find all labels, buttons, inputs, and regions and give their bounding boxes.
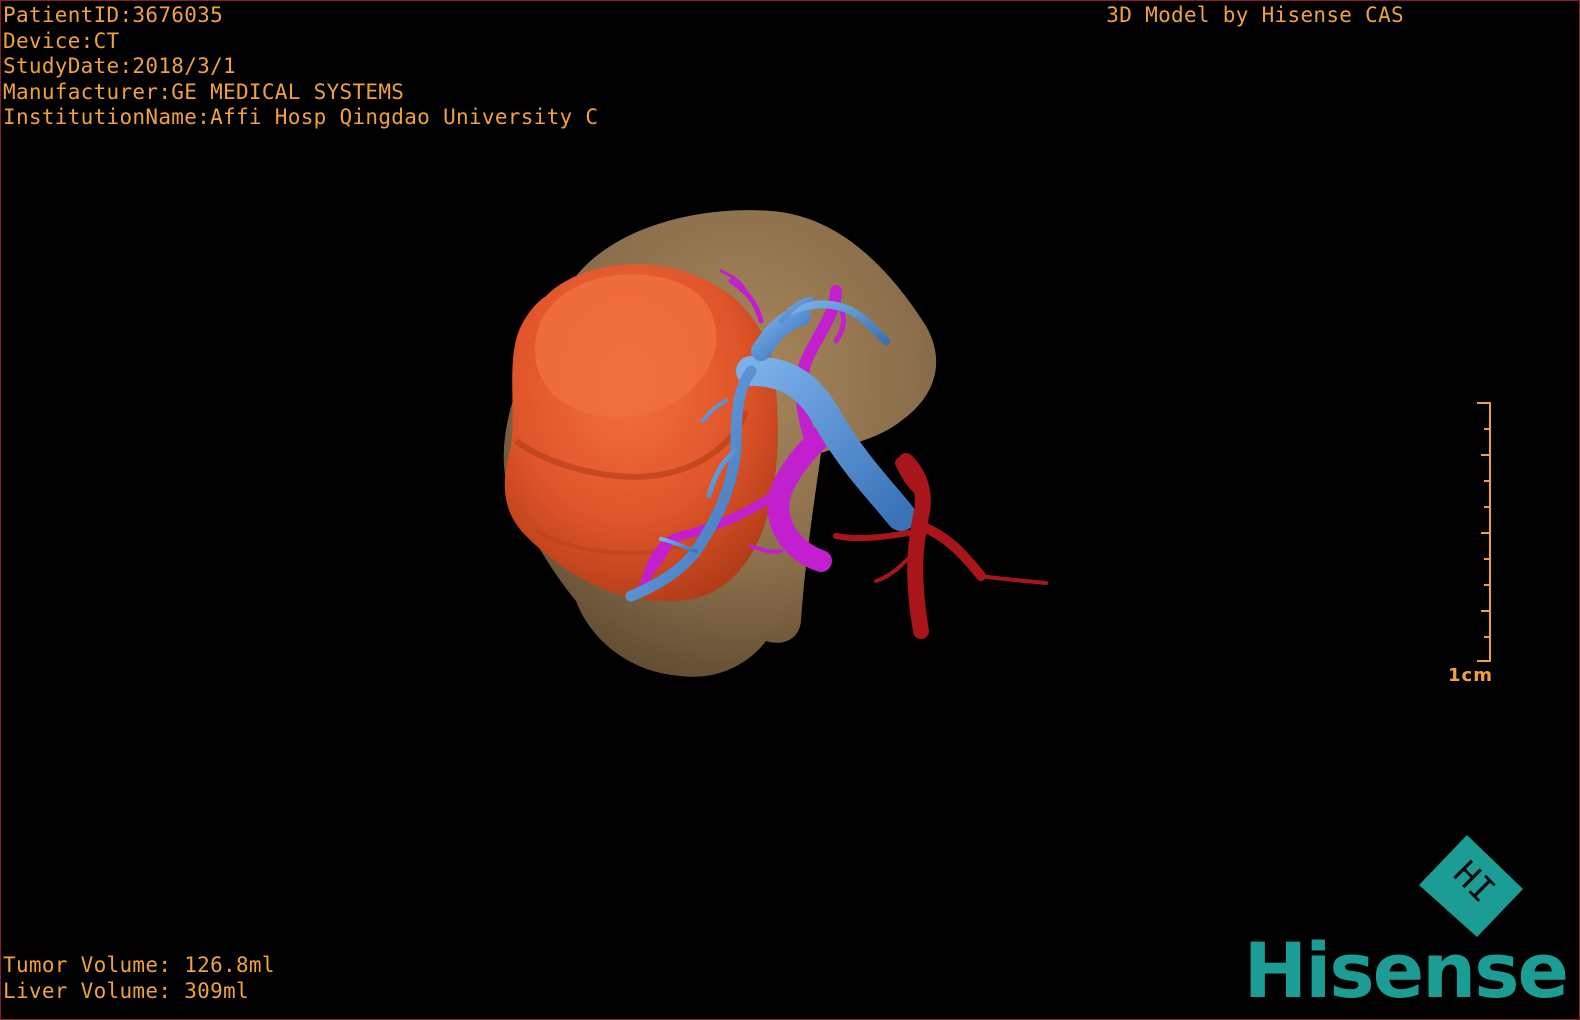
model-credit: 3D Model by Hisense CAS bbox=[1106, 3, 1404, 27]
patient-id: PatientID:3676035 bbox=[3, 3, 224, 27]
hisense-wordmark: Hisense bbox=[1243, 926, 1569, 1015]
study-date: StudyDate:2018/3/1 bbox=[3, 54, 236, 78]
3d-viewport[interactable]: PatientID:3676035 Device:CT StudyDate:2018… bbox=[0, 0, 1580, 1020]
device: Device:CT bbox=[3, 28, 120, 53]
volume-readout: Tumor Volume: 126.8ml Liver Volume: 309ml bbox=[3, 953, 275, 1004]
manufacturer: Manufacturer:GE MEDICAL SYSTEMS bbox=[3, 79, 405, 104]
dicom-info-overlay: PatientID:3676035 Device:CT StudyDate:2018… bbox=[3, 3, 598, 131]
institution-name: InstitutionName:Affi Hosp Qingdao Univer… bbox=[3, 105, 599, 129]
3d-model[interactable] bbox=[481, 191, 1081, 691]
scale-bar bbox=[1477, 402, 1491, 662]
liver-volume: Liver Volume: 309ml bbox=[3, 978, 249, 1003]
scale-label: 1cm bbox=[1448, 665, 1493, 686]
tumor-volume: Tumor Volume: 126.8ml bbox=[3, 953, 275, 977]
